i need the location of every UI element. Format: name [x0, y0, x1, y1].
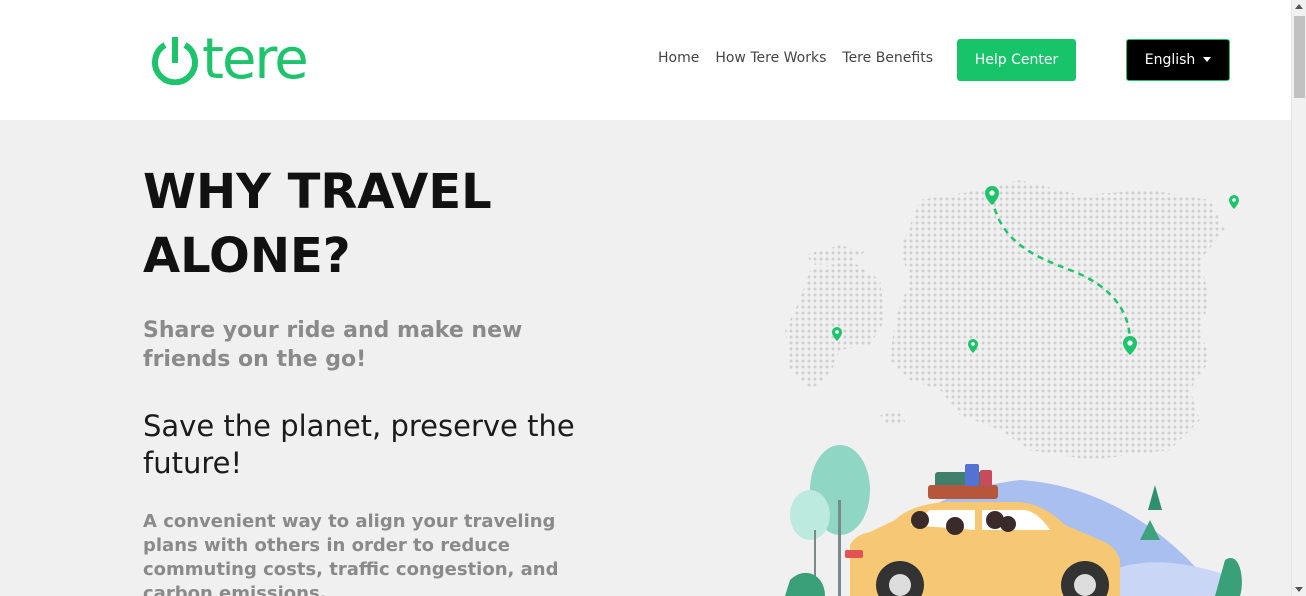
help-center-label: Help Center — [974, 52, 1059, 68]
map-and-car-icon — [785, 180, 1242, 596]
language-dropdown[interactable]: English — [1126, 39, 1230, 81]
scroll-down-icon[interactable] — [1295, 587, 1303, 592]
hero-subtitle: Share your ride and make new friends on … — [143, 318, 523, 372]
site-header: tere Home How Tere Works Tere Benefits H… — [0, 0, 1291, 120]
nav-link-how-tere-works[interactable]: How Tere Works — [715, 50, 826, 66]
main-nav: Home How Tere Works Tere Benefits — [658, 50, 933, 66]
scroll-thumb[interactable] — [1294, 16, 1305, 98]
brand-name: tere — [202, 27, 309, 92]
hero-description: A convenient way to align your traveling… — [143, 511, 559, 596]
hero-illustration — [770, 160, 1250, 596]
nav-link-home[interactable]: Home — [658, 50, 699, 66]
nav-link-tere-benefits[interactable]: Tere Benefits — [842, 50, 933, 66]
power-icon — [152, 37, 198, 85]
language-label: English — [1144, 52, 1196, 68]
scroll-up-icon[interactable] — [1295, 4, 1303, 9]
brand-logo[interactable]: tere — [150, 27, 325, 92]
page-scrollbar[interactable] — [1291, 0, 1306, 596]
hero-title: WHY TRAVEL ALONE? — [143, 164, 492, 284]
caret-down-icon — [1203, 56, 1212, 62]
help-center-button[interactable]: Help Center — [957, 39, 1076, 81]
hero-tagline: Save the planet, preserve the future! — [143, 409, 575, 480]
